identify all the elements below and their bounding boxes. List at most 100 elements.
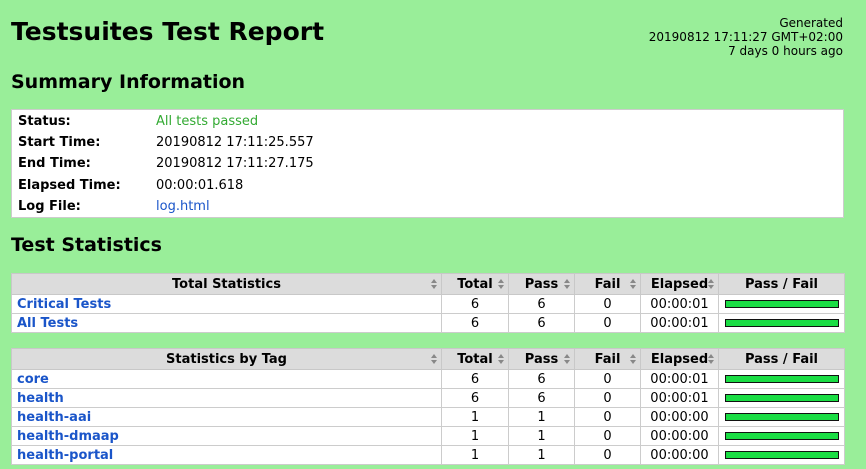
summary-label: End Time: <box>18 156 91 172</box>
summary-table: Status: All tests passed Start Time: 201… <box>11 109 844 218</box>
elapsed-cell: 00:00:01 <box>640 294 719 314</box>
pass-cell: 1 <box>508 445 575 465</box>
column-header-pass-fail[interactable]: Pass / Fail <box>718 348 845 370</box>
pass-bar-fill <box>725 395 838 401</box>
column-header-pass[interactable]: Pass <box>508 273 575 295</box>
pass-fail-cell <box>718 445 845 465</box>
generated-ago: 7 days 0 hours ago <box>728 44 843 58</box>
stat-name-cell: core <box>11 369 442 389</box>
pass-fail-cell <box>718 407 845 427</box>
column-header-label: Elapsed <box>650 276 709 292</box>
pass-bar-fill <box>725 301 838 307</box>
column-header-pass-fail[interactable]: Pass / Fail <box>718 273 845 295</box>
pass-fail-cell <box>718 388 845 408</box>
column-header-label: Fail <box>594 276 621 292</box>
column-header-fail[interactable]: Fail <box>574 348 641 370</box>
start-time-value: 20190812 17:11:25.557 <box>156 135 314 151</box>
column-header-label: Pass <box>524 351 559 367</box>
sort-icon <box>564 354 571 364</box>
pass-cell: 6 <box>508 313 575 333</box>
summary-row-log-file: Log File: log.html <box>12 196 843 217</box>
table-row: health-aai 1 1 0 00:00:00 <box>11 407 845 427</box>
fail-cell: 0 <box>574 294 641 314</box>
log-file-link[interactable]: log.html <box>156 199 210 214</box>
total-cell: 6 <box>441 294 509 314</box>
summary-label: Start Time: <box>18 135 101 151</box>
fail-cell: 0 <box>574 407 641 427</box>
table-row: health-dmaap 1 1 0 00:00:00 <box>11 426 845 446</box>
column-header-elapsed[interactable]: Elapsed <box>640 348 719 370</box>
column-header-label: Pass / Fail <box>744 351 819 367</box>
pass-fail-bar <box>724 413 839 421</box>
summary-row-start-time: Start Time: 20190812 17:11:25.557 <box>12 132 843 153</box>
total-cell: 6 <box>441 313 509 333</box>
stat-name-link[interactable]: All Tests <box>17 316 78 331</box>
column-header-fail[interactable]: Fail <box>574 273 641 295</box>
tag-statistics-table: Statistics by Tag Total Pass Fail Elapse… <box>11 348 845 465</box>
pass-bar-fill <box>725 376 838 382</box>
stat-name-link[interactable]: health-portal <box>17 448 113 463</box>
sort-icon <box>498 279 505 289</box>
end-time-value: 20190812 17:11:27.175 <box>156 156 314 172</box>
elapsed-cell: 00:00:00 <box>640 445 719 465</box>
generated-info: Generated 20190812 17:11:27 GMT+02:00 7 … <box>649 16 843 58</box>
column-header-label: Total <box>457 351 493 367</box>
column-header-label: Pass / Fail <box>744 276 819 292</box>
pass-cell: 1 <box>508 407 575 427</box>
fail-cell: 0 <box>574 313 641 333</box>
sort-icon <box>564 279 571 289</box>
sort-icon <box>630 279 637 289</box>
summary-label: Status: <box>18 114 71 130</box>
stat-name-link[interactable]: health-dmaap <box>17 429 119 444</box>
stat-name-cell: All Tests <box>11 313 442 333</box>
pass-fail-bar <box>724 432 839 440</box>
column-header-pass[interactable]: Pass <box>508 348 575 370</box>
sort-icon <box>431 354 438 364</box>
total-cell: 1 <box>441 426 509 446</box>
column-header-elapsed[interactable]: Elapsed <box>640 273 719 295</box>
status-value: All tests passed <box>156 114 259 130</box>
fail-cell: 0 <box>574 388 641 408</box>
pass-fail-cell <box>718 313 845 333</box>
stat-name-link[interactable]: core <box>17 372 49 387</box>
stat-name-link[interactable]: Critical Tests <box>17 297 111 312</box>
elapsed-cell: 00:00:01 <box>640 313 719 333</box>
column-header-total-statistics[interactable]: Total Statistics <box>11 273 442 295</box>
pass-fail-bar <box>724 375 839 383</box>
pass-bar-fill <box>725 414 838 420</box>
stat-name-cell: health <box>11 388 442 408</box>
total-cell: 6 <box>441 388 509 408</box>
elapsed-cell: 00:00:01 <box>640 388 719 408</box>
pass-fail-cell <box>718 294 845 314</box>
column-header-label: Total <box>457 276 493 292</box>
stat-name-link[interactable]: health-aai <box>17 410 91 425</box>
sort-icon <box>431 279 438 289</box>
pass-cell: 6 <box>508 294 575 314</box>
pass-cell: 6 <box>508 388 575 408</box>
fail-cell: 0 <box>574 369 641 389</box>
summary-section-title: Summary Information <box>11 71 246 93</box>
summary-row-end-time: End Time: 20190812 17:11:27.175 <box>12 153 843 174</box>
sort-icon <box>498 354 505 364</box>
pass-fail-cell <box>718 369 845 389</box>
total-cell: 1 <box>441 445 509 465</box>
pass-cell: 6 <box>508 369 575 389</box>
pass-bar-fill <box>725 320 838 326</box>
column-header-statistics-by-tag[interactable]: Statistics by Tag <box>11 348 442 370</box>
elapsed-time-value: 00:00:01.618 <box>156 177 244 193</box>
column-header-total[interactable]: Total <box>441 273 509 295</box>
generated-time: 20190812 17:11:27 GMT+02:00 <box>648 30 843 44</box>
stat-name-cell: health-portal <box>11 445 442 465</box>
pass-fail-cell <box>718 426 845 446</box>
column-header-total[interactable]: Total <box>441 348 509 370</box>
tag-statistics-body: core 6 6 0 00:00:01 health 6 6 0 00:00:01 health-a… <box>11 369 845 465</box>
table-row: core 6 6 0 00:00:01 <box>11 369 845 389</box>
report-title: Testsuites Test Report <box>11 17 325 46</box>
stat-name-link[interactable]: health <box>17 391 64 406</box>
pass-fail-bar <box>724 300 839 308</box>
total-statistics-body: Critical Tests 6 6 0 00:00:01 All Tests 6 6 0 00:… <box>11 294 845 333</box>
summary-row-status: Status: All tests passed <box>12 111 843 132</box>
table-row: health-portal 1 1 0 00:00:00 <box>11 445 845 465</box>
table-row: Critical Tests 6 6 0 00:00:01 <box>11 294 845 314</box>
total-statistics-table: Total Statistics Total Pass Fail Elapsed… <box>11 273 845 333</box>
